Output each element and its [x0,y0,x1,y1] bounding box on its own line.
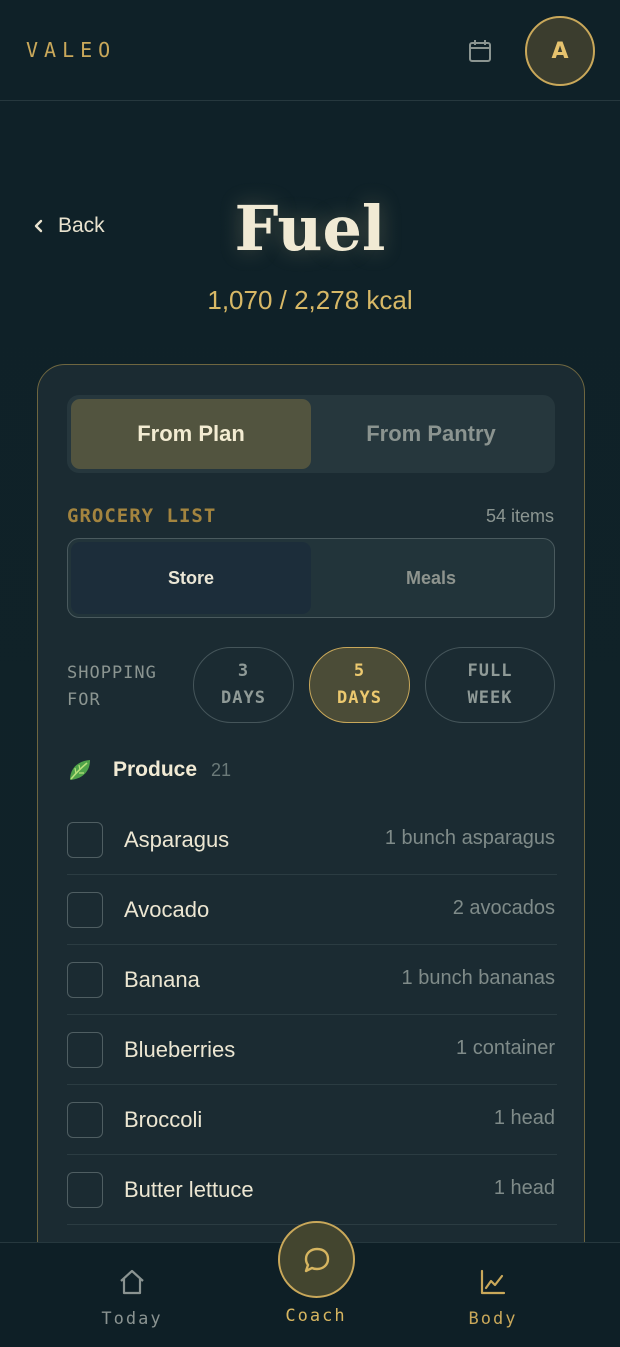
item-name: Blueberries [124,1036,236,1062]
duration-value: 5 [353,661,366,681]
from-plan-tab[interactable]: From Plan [71,399,311,469]
category-header[interactable]: Produce 21 [67,757,231,783]
duration-value: FULL [467,661,513,681]
item-name: Butter lettuce [124,1176,254,1202]
nav-today[interactable]: Today [72,1267,192,1329]
coach-button[interactable] [278,1221,355,1298]
list-item[interactable]: Banana 1 bunch bananas [67,945,557,1015]
category-name: Produce [113,758,198,781]
view-toggle: Store Meals [67,538,555,618]
grocery-list-heading: GROCERY LIST [67,505,217,527]
item-quantity: 1 head [493,1177,555,1199]
duration-value: 3 [237,661,250,681]
nav-body[interactable]: Body [433,1267,553,1329]
avatar[interactable]: A [525,16,595,86]
store-tab[interactable]: Store [71,542,311,614]
duration-full-week[interactable]: FULL WEEK [425,647,555,723]
item-name: Broccoli [124,1106,203,1132]
item-quantity: 2 avocados [452,897,555,919]
item-checkbox[interactable] [67,891,103,928]
item-name: Asparagus [124,826,230,852]
duration-3-days[interactable]: 3 DAYS [193,647,294,723]
item-quantity: 1 bunch bananas [401,967,555,989]
items-count: 54 items [485,506,554,526]
brand-logo: VALEO [26,38,117,62]
list-item[interactable]: Butter lettuce 1 head [67,1155,557,1225]
top-bar: VALEO A [0,0,620,101]
item-checkbox[interactable] [67,1031,103,1068]
list-item[interactable]: Broccoli 1 head [67,1085,557,1155]
item-quantity: 1 head [493,1107,555,1129]
item-checkbox[interactable] [67,1101,103,1138]
nav-coach-label[interactable]: Coach [256,1306,376,1326]
calendar-icon[interactable] [466,37,494,65]
item-checkbox[interactable] [67,1171,103,1208]
calorie-summary: 1,070 / 2,278 kcal [207,285,413,315]
item-quantity: 1 bunch asparagus [384,827,555,849]
duration-unit: DAYS [221,688,266,708]
list-item[interactable]: Blueberries 1 container [67,1015,557,1085]
chart-icon [480,1269,506,1295]
nav-today-label: Today [101,1309,163,1329]
list-item[interactable]: Avocado 2 avocados [67,875,557,945]
item-name: Avocado [124,896,210,922]
meals-tab[interactable]: Meals [311,542,551,614]
avatar-initial: A [551,38,569,64]
category-count: 21 [211,759,232,780]
home-icon [120,1269,144,1295]
source-toggle: From Plan From Pantry [67,395,555,473]
duration-5-days[interactable]: 5 DAYS [309,647,410,723]
from-pantry-tab[interactable]: From Pantry [311,399,551,469]
item-quantity: 1 container [456,1037,555,1059]
page-title: Fuel [234,192,386,265]
duration-unit: DAYS [337,688,382,708]
item-checkbox[interactable] [67,961,103,998]
item-checkbox[interactable] [67,821,103,858]
nav-body-label: Body [468,1309,518,1329]
item-name: Banana [124,966,200,992]
grocery-card: From Plan From Pantry GROCERY LIST 54 it… [37,364,585,1347]
leafy-greens-icon [70,760,90,780]
shopping-for-label: SHOPPING FOR [67,663,157,710]
chat-bubble-icon [304,1247,329,1272]
list-item[interactable]: Asparagus 1 bunch asparagus [67,805,557,875]
duration-unit: WEEK [467,688,513,708]
